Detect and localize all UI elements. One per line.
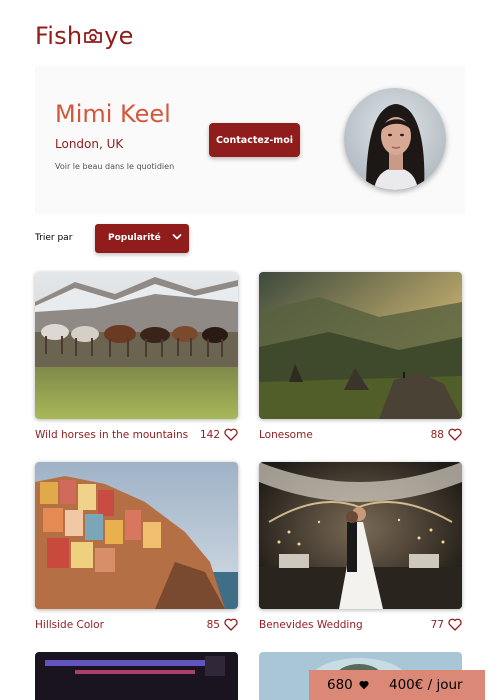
media-card: Lonesome 88 bbox=[259, 272, 462, 445]
media-title: Benevides Wedding bbox=[259, 619, 363, 631]
sort-label: Trier par bbox=[35, 233, 73, 243]
camera-icon bbox=[83, 28, 103, 44]
chevron-down-icon bbox=[172, 234, 182, 240]
photographer-name: Mimi Keel bbox=[55, 100, 171, 128]
sort-dropdown[interactable]: Popularité bbox=[95, 224, 189, 253]
total-likes: 680 bbox=[327, 677, 353, 693]
fisheye-logo[interactable]: Fish ye bbox=[35, 22, 134, 50]
media-likes: 88 bbox=[431, 428, 462, 441]
logo-text-right: ye bbox=[104, 22, 134, 50]
likes-price-bar: 680 400€ / jour bbox=[309, 670, 485, 700]
media-thumbnail[interactable] bbox=[35, 652, 238, 700]
media-card: Wild horses in the mountains 142 bbox=[35, 272, 238, 445]
like-count: 85 bbox=[206, 618, 220, 631]
media-card: Benevides Wedding 77 bbox=[259, 462, 462, 635]
like-count: 142 bbox=[199, 428, 220, 441]
media-title: Lonesome bbox=[259, 429, 313, 441]
avatar bbox=[344, 88, 446, 190]
heart-icon[interactable] bbox=[224, 618, 238, 631]
photographer-location: London, UK bbox=[55, 137, 124, 151]
contact-button[interactable]: Contactez-moi bbox=[209, 123, 300, 157]
media-card: Hillside Color 85 bbox=[35, 462, 238, 635]
heart-icon bbox=[359, 681, 369, 690]
media-title: Hillside Color bbox=[35, 619, 104, 631]
like-count: 88 bbox=[430, 428, 444, 441]
media-thumbnail[interactable] bbox=[259, 272, 462, 419]
media-thumbnail[interactable] bbox=[259, 462, 462, 609]
media-thumbnail[interactable] bbox=[35, 462, 238, 609]
media-likes: 85 bbox=[207, 618, 238, 631]
heart-icon[interactable] bbox=[448, 428, 462, 441]
heart-icon[interactable] bbox=[448, 618, 462, 631]
heart-icon[interactable] bbox=[224, 428, 238, 441]
logo-text-left: Fish bbox=[35, 22, 83, 50]
media-likes: 142 bbox=[200, 428, 238, 441]
daily-price: 400€ / jour bbox=[389, 677, 463, 693]
media-likes: 77 bbox=[431, 618, 462, 631]
photographer-tagline: Voir le beau dans le quotidien bbox=[55, 162, 175, 171]
photographer-header: Mimi Keel London, UK Voir le beau dans l… bbox=[35, 66, 465, 214]
like-count: 77 bbox=[430, 618, 444, 631]
media-thumbnail[interactable] bbox=[35, 272, 238, 419]
sort-selected-value: Popularité bbox=[108, 233, 161, 243]
media-title: Wild horses in the mountains bbox=[35, 429, 189, 441]
